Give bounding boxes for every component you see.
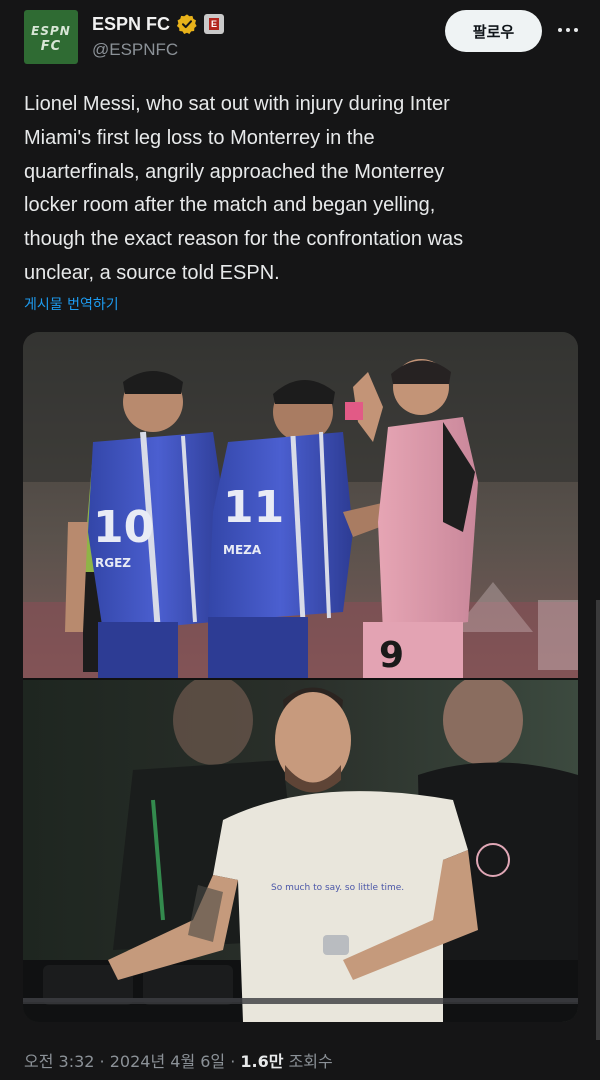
meta-separator: ·	[94, 1052, 110, 1071]
author-handle[interactable]: @ESPNFC	[92, 40, 178, 60]
match-confrontation-photo[interactable]: 10 RGEZ 11 MEZA 9	[23, 332, 578, 678]
jersey-name-left: RGEZ	[95, 556, 131, 570]
tweet-media[interactable]: 10 RGEZ 11 MEZA 9 So much to say. so lit…	[23, 332, 578, 1022]
avatar-text-line1: ESPN	[31, 24, 71, 38]
tweet-header: ESPN FC ESPN FC E @ESPNFC 팔로우	[0, 0, 600, 80]
more-horizontal-icon[interactable]	[556, 20, 580, 40]
scrollbar[interactable]	[596, 600, 600, 1040]
translate-post-link[interactable]: 게시물 번역하기	[24, 294, 119, 314]
author-name-row: ESPN FC E	[92, 12, 225, 36]
jersey-number-right: 9	[379, 635, 404, 676]
jersey-number-middle: 11	[223, 482, 284, 533]
verified-badge-icon	[176, 14, 197, 34]
tweet-date[interactable]: 2024년 4월 6일	[110, 1052, 225, 1071]
espn-affiliate-icon[interactable]: E	[204, 14, 225, 34]
tweet-meta: 오전 3:32 · 2024년 4월 6일 · 1.6만 조회수	[24, 1048, 333, 1072]
tweet-text: Lionel Messi, who sat out with injury du…	[24, 93, 464, 284]
views-count: 1.6만	[240, 1052, 284, 1071]
views-label: 조회수	[283, 1052, 333, 1071]
follow-button[interactable]: 팔로우	[445, 10, 542, 52]
tweet-time[interactable]: 오전 3:32	[24, 1052, 94, 1071]
messi-stands-photo[interactable]: So much to say. so little time.	[23, 680, 578, 1022]
author-avatar[interactable]: ESPN FC	[24, 10, 78, 64]
meta-separator-2: ·	[225, 1052, 241, 1071]
jersey-name-middle: MEZA	[223, 543, 262, 557]
avatar-text-line2: FC	[40, 39, 62, 54]
messi-shirt-text: So much to say. so little time.	[271, 883, 404, 893]
jersey-number-left: 10	[93, 502, 154, 553]
author-display-name[interactable]: ESPN FC	[92, 14, 170, 35]
